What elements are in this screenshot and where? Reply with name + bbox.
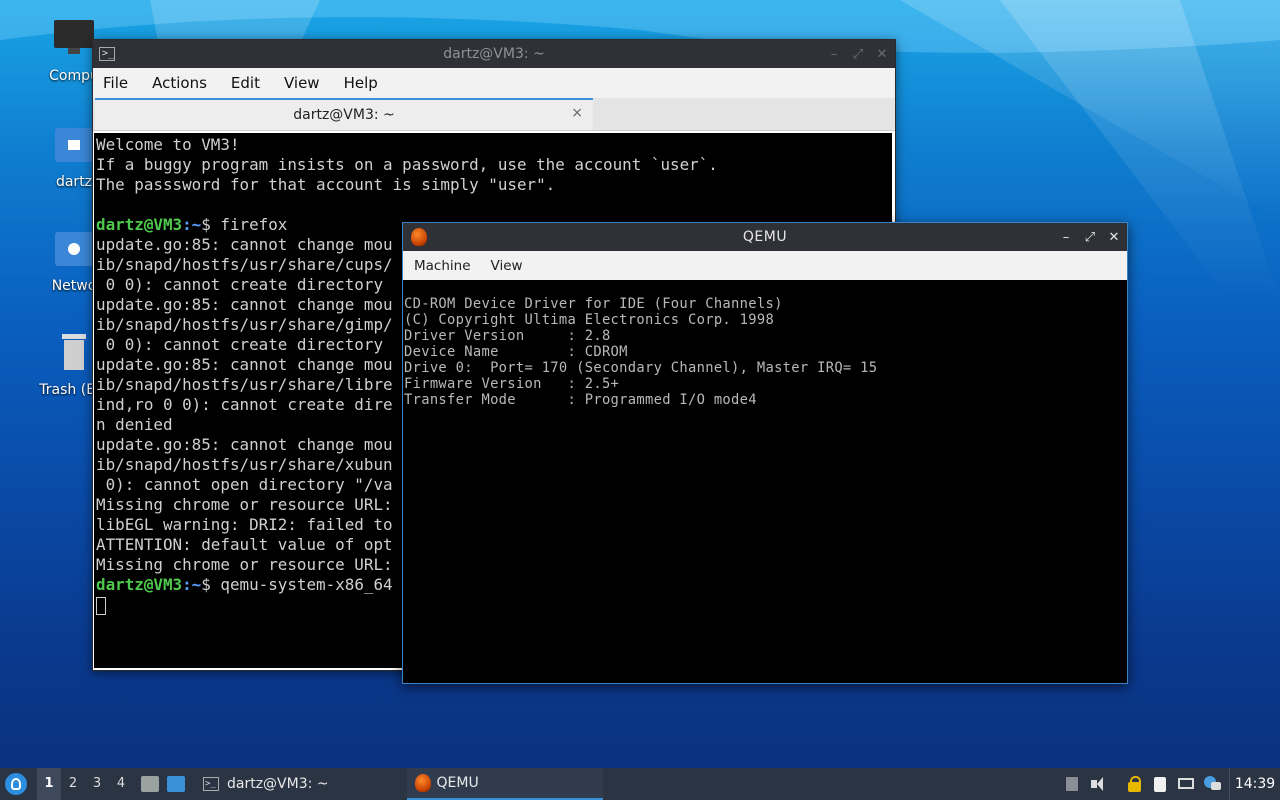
line-text: Missing chrome or resource URL: xyxy=(96,555,393,574)
clock[interactable]: 14:39 xyxy=(1229,768,1280,800)
prompt-user-host: dartz@VM3 xyxy=(96,215,183,234)
system-tray: 14:39 xyxy=(1063,768,1280,800)
computer-icon xyxy=(52,18,96,62)
maximize-icon[interactable]: ⤢ xyxy=(1083,230,1097,245)
line-text: ib/snapd/hostfs/usr/share/cups/ xyxy=(96,255,393,274)
lock-icon[interactable] xyxy=(1125,775,1143,793)
maximize-icon[interactable]: ⤢ xyxy=(851,47,865,62)
line-text: 0 0): cannot create directory xyxy=(96,335,393,354)
qemu-icon xyxy=(414,774,431,792)
task-qemu[interactable]: QEMU xyxy=(406,768,603,800)
vm-console-line: (C) Copyright Ultima Electronics Corp. 1… xyxy=(404,312,775,328)
prompt-path: :~ xyxy=(182,575,202,594)
file-manager-launcher-icon[interactable] xyxy=(141,776,159,792)
workspace-2[interactable]: 2 xyxy=(61,768,85,800)
vm-console-line: Device Name : CDROM xyxy=(404,344,628,360)
window-title: dartz@VM3: ~ xyxy=(443,46,545,62)
terminal-line: Welcome to VM3! xyxy=(96,135,892,155)
vm-console-line: Transfer Mode : Programmed I/O mode4 xyxy=(404,392,757,408)
line-text: 0): cannot open directory "/va xyxy=(96,475,393,494)
workspace-4[interactable]: 4 xyxy=(109,768,133,800)
prompt-path: :~ xyxy=(182,215,202,234)
menu-actions[interactable]: Actions xyxy=(152,74,207,92)
tab-title: dartz@VM3: ~ xyxy=(293,107,395,123)
clipboard-icon[interactable] xyxy=(1151,775,1169,793)
task-terminal[interactable]: >_ dartz@VM3: ~ xyxy=(195,768,337,800)
trash-icon xyxy=(52,332,96,376)
update-icon[interactable] xyxy=(1063,775,1081,793)
qemu-menubar: Machine View xyxy=(403,251,1127,280)
minimize-icon[interactable]: – xyxy=(1059,230,1073,245)
workspace-3[interactable]: 3 xyxy=(85,768,109,800)
whisker-menu-icon[interactable] xyxy=(5,773,27,795)
line-text: ib/snapd/hostfs/usr/share/xubun xyxy=(96,455,393,474)
line-text: 0 0): cannot create directory xyxy=(96,275,393,294)
menu-edit[interactable]: Edit xyxy=(231,74,260,92)
terminal-titlebar[interactable]: >_ dartz@VM3: ~ – ⤢ ✕ xyxy=(93,40,895,68)
prompt-user-host: dartz@VM3 xyxy=(96,575,183,594)
vm-console-line: Drive 0: Port= 170 (Secondary Channel), … xyxy=(404,360,878,376)
show-desktop-icon[interactable] xyxy=(167,776,185,792)
close-icon[interactable]: ✕ xyxy=(1107,230,1121,245)
line-text: update.go:85: cannot change mou xyxy=(96,295,393,314)
terminal-icon: >_ xyxy=(203,777,219,791)
line-text: ib/snapd/hostfs/usr/share/gimp/ xyxy=(96,315,393,334)
menu-help[interactable]: Help xyxy=(344,74,378,92)
line-text: ind,ro 0 0): cannot create dire xyxy=(96,395,393,414)
line-text: The passsword for that account is simply… xyxy=(96,175,556,194)
qemu-titlebar[interactable]: QEMU – ⤢ ✕ xyxy=(403,223,1127,251)
line-text: Welcome to VM3! xyxy=(96,135,240,154)
menu-view[interactable]: View xyxy=(284,74,320,92)
line-text: $ firefox xyxy=(201,215,288,234)
line-text: n denied xyxy=(96,415,173,434)
taskbar: 1 2 3 4 >_ dartz@VM3: ~ QEMU 14:39 xyxy=(0,768,1280,800)
close-icon[interactable]: ✕ xyxy=(875,47,889,62)
task-label: QEMU xyxy=(436,775,479,791)
line-text: ib/snapd/hostfs/usr/share/libre xyxy=(96,375,393,394)
line-text: update.go:85: cannot change mou xyxy=(96,435,393,454)
line-text: $ qemu-system-x86_64 xyxy=(201,575,393,594)
line-text: update.go:85: cannot change mou xyxy=(96,355,393,374)
line-text: Missing chrome or resource URL: xyxy=(96,495,393,514)
menu-machine[interactable]: Machine xyxy=(414,258,471,274)
notification-icon[interactable] xyxy=(1203,775,1221,793)
terminal-tabbar: dartz@VM3: ~ × xyxy=(93,98,895,131)
terminal-tab[interactable]: dartz@VM3: ~ × xyxy=(95,98,593,130)
qemu-icon xyxy=(411,228,427,246)
vm-console-line: Firmware Version : 2.5+ xyxy=(404,376,620,392)
task-label: dartz@VM3: ~ xyxy=(227,776,329,792)
workspace-1[interactable]: 1 xyxy=(37,768,61,800)
terminal-menubar: File Actions Edit View Help xyxy=(93,68,895,98)
tab-close-icon[interactable]: × xyxy=(571,105,583,121)
vm-console-line: CD-ROM Device Driver for IDE (Four Chann… xyxy=(404,296,783,312)
line-text: libEGL warning: DRI2: failed to xyxy=(96,515,393,534)
line-text: ATTENTION: default value of opt xyxy=(96,535,393,554)
home-folder-icon xyxy=(52,124,96,168)
window-title: QEMU xyxy=(742,229,788,245)
line-text: update.go:85: cannot change mou xyxy=(96,235,393,254)
qemu-vm-display[interactable]: CD-ROM Device Driver for IDE (Four Chann… xyxy=(403,280,1127,683)
menu-view[interactable]: View xyxy=(491,258,523,274)
terminal-line: If a buggy program insists on a password… xyxy=(96,155,892,175)
network-icon[interactable] xyxy=(1177,775,1195,793)
volume-icon[interactable] xyxy=(1089,775,1107,793)
vm-console-line: Driver Version : 2.8 xyxy=(404,328,611,344)
qemu-window[interactable]: QEMU – ⤢ ✕ Machine View CD-ROM Device Dr… xyxy=(402,222,1128,684)
terminal-line: The passsword for that account is simply… xyxy=(96,175,892,195)
minimize-icon[interactable]: – xyxy=(827,47,841,62)
menu-file[interactable]: File xyxy=(103,74,128,92)
line-text: If a buggy program insists on a password… xyxy=(96,155,718,174)
network-folder-icon xyxy=(52,228,96,272)
